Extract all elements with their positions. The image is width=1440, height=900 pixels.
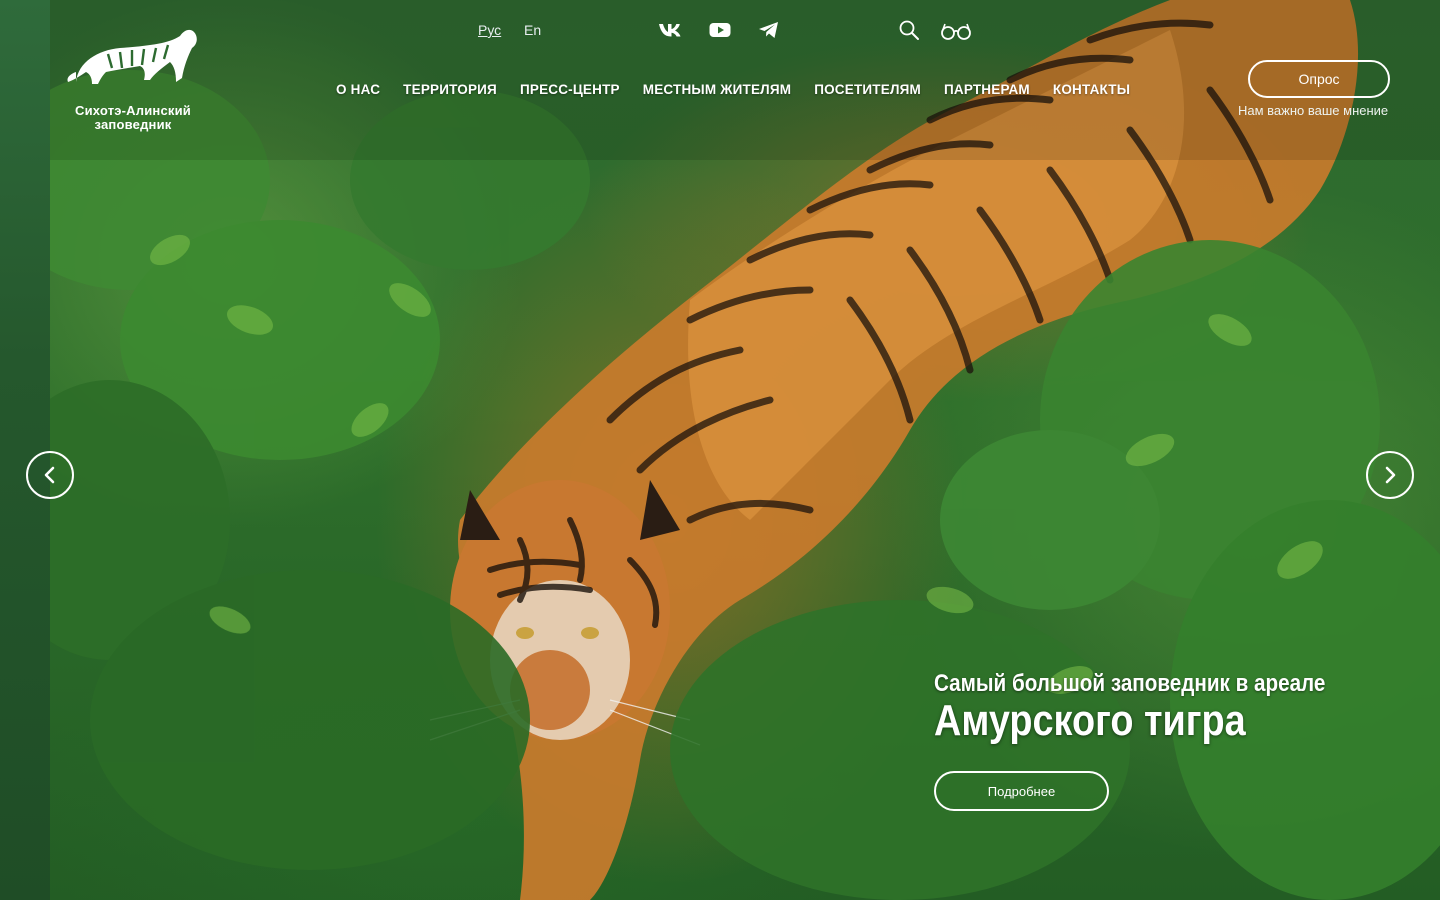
nav-item-partners[interactable]: ПАРТНЕРАМ [944,82,1030,97]
hero-slide-image [50,0,1440,900]
tiger-in-forest-photo [50,0,1440,900]
accessibility-glasses-icon[interactable] [940,21,972,46]
search-icon[interactable] [898,19,920,46]
side-strip [0,0,50,900]
nav-item-press-center[interactable]: ПРЕСС-ЦЕНТР [520,82,620,97]
brand-name-line1: Сихотэ-Алинский [75,103,191,118]
chevron-right-icon [1385,466,1396,484]
brand-name: Сихотэ-Алинский заповедник [58,104,208,132]
brand-name-line2: заповедник [94,117,172,132]
youtube-icon[interactable] [708,19,732,41]
slider-next-button[interactable] [1366,451,1414,499]
nav-item-local-residents[interactable]: МЕСТНЫМ ЖИТЕЛЯМ [643,82,791,97]
main-nav: О НАС ТЕРРИТОРИЯ ПРЕСС-ЦЕНТР МЕСТНЫМ ЖИТ… [336,82,1130,97]
survey-note: Нам важно ваше мнение [1238,103,1389,118]
hero-subtitle: Самый большой заповедник в ареале [934,670,1326,697]
vk-icon[interactable] [658,19,682,41]
more-button[interactable]: Подробнее [934,771,1109,811]
slider-prev-button[interactable] [26,451,74,499]
chevron-left-icon [44,466,55,484]
tiger-logo-icon [67,29,197,84]
nav-item-about[interactable]: О НАС [336,82,380,97]
nav-item-contacts[interactable]: КОНТАКТЫ [1053,82,1130,97]
nav-item-visitors[interactable]: ПОСЕТИТЕЛЯМ [814,82,921,97]
reserve-logo[interactable]: Сихотэ-Алинский заповедник [58,22,208,132]
lang-ru[interactable]: Рус [478,22,501,38]
lang-en[interactable]: En [524,22,541,38]
nav-item-territory[interactable]: ТЕРРИТОРИЯ [403,82,497,97]
hero-title: Амурского тигра [934,696,1246,745]
telegram-icon[interactable] [757,19,781,41]
survey-button[interactable]: Опрос [1248,60,1390,98]
